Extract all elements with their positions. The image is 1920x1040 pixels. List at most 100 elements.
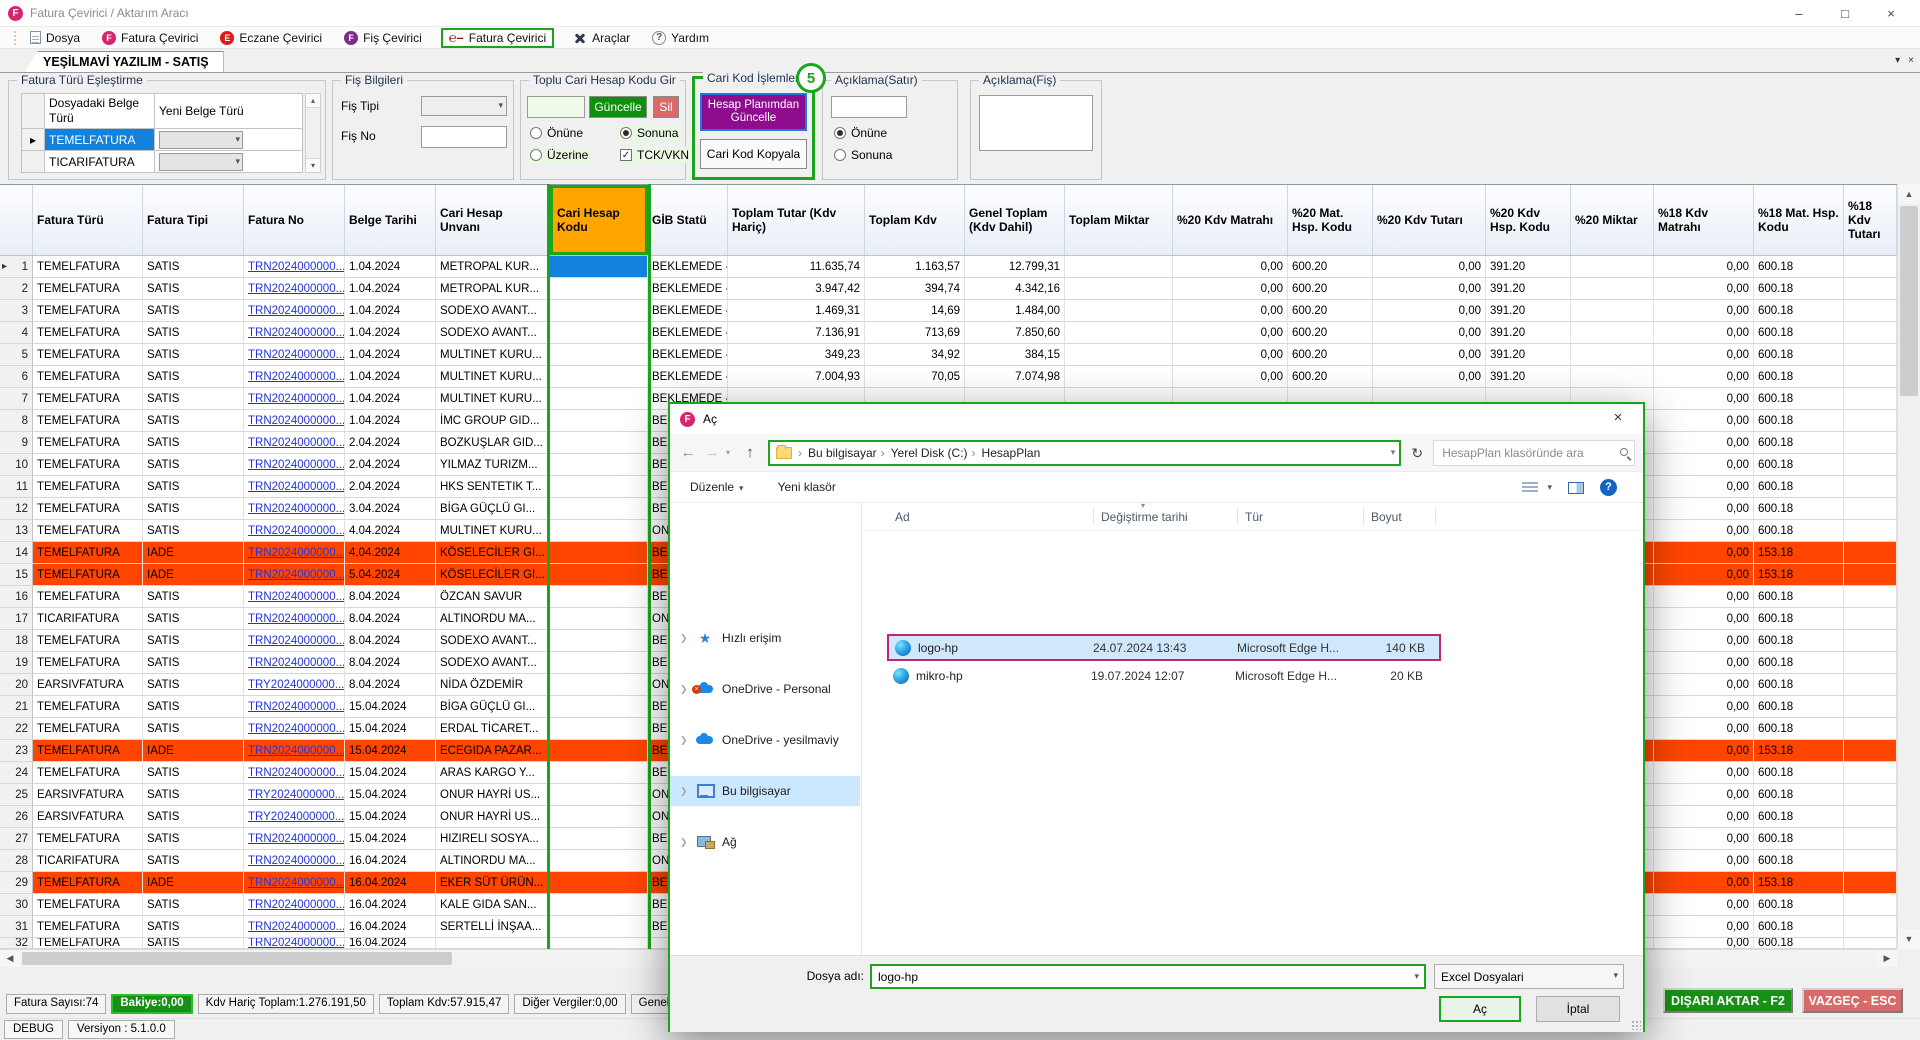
table-cell[interactable]: 15.04.2024	[345, 828, 436, 850]
table-cell[interactable]: ALTINORDU MA...	[436, 608, 550, 630]
table-cell[interactable]: TRN2024000000...	[244, 872, 345, 894]
table-cell[interactable]: TEMELFATURA	[33, 256, 143, 278]
table-cell[interactable]: 0,00	[1654, 894, 1754, 916]
table-cell[interactable]: TRN2024000000...	[244, 520, 345, 542]
table-cell[interactable]: 384,15	[965, 344, 1065, 366]
table-cell[interactable]: 3.04.2024	[345, 498, 436, 520]
table-cell[interactable]: 28	[0, 850, 33, 872]
table-cell[interactable]: 8.04.2024	[345, 652, 436, 674]
invoice-number-link[interactable]: TRN2024000000...	[248, 569, 345, 581]
table-cell[interactable]: 15.04.2024	[345, 762, 436, 784]
table-cell[interactable]: TEMELFATURA	[33, 344, 143, 366]
table-cell[interactable]: SATIS	[143, 256, 244, 278]
table-cell[interactable]	[1844, 740, 1897, 762]
table-cell[interactable]: 0,00	[1373, 366, 1486, 388]
table-cell[interactable]: 0,00	[1654, 696, 1754, 718]
table-cell[interactable]: 600.20	[1288, 300, 1373, 322]
table-cell[interactable]: 0,00	[1654, 718, 1754, 740]
filename-combo[interactable]: logo-hp ▾	[870, 964, 1426, 989]
table-cell[interactable]: KALE GIDA SAN...	[436, 894, 550, 916]
table-cell[interactable]	[550, 740, 648, 762]
table-cell[interactable]: ÖZCAN SAVUR	[436, 586, 550, 608]
table-cell[interactable]	[550, 784, 648, 806]
table-cell[interactable]	[1844, 630, 1897, 652]
radio-sonuna[interactable]: Sonuna	[617, 125, 681, 141]
minigrid-col2-header[interactable]: Yeni Belge Türü	[155, 93, 303, 129]
table-cell[interactable]: TRN2024000000...	[244, 608, 345, 630]
table-cell[interactable]: İMC GROUP GID...	[436, 410, 550, 432]
minigrid-row[interactable]: ▸ TEMELFATURA ▾	[21, 129, 303, 151]
table-cell[interactable]: TEMELFATURA	[33, 498, 143, 520]
table-cell[interactable]	[1065, 322, 1173, 344]
table-cell[interactable]: 23	[0, 740, 33, 762]
radio-uzerine[interactable]: Üzerine	[527, 147, 591, 163]
table-cell[interactable]: ARAS KARGO Y...	[436, 762, 550, 784]
table-cell[interactable]: 0,00	[1173, 300, 1288, 322]
menu-item[interactable]: Araçlar	[570, 29, 633, 47]
table-cell[interactable]: 0,00	[1654, 630, 1754, 652]
table-cell[interactable]: 1.04.2024	[345, 322, 436, 344]
table-cell[interactable]: 21	[0, 696, 33, 718]
invoice-number-link[interactable]: TRN2024000000...	[248, 877, 345, 889]
table-cell[interactable]: SATIS	[143, 366, 244, 388]
address-dropdown-icon[interactable]: ▾	[1391, 447, 1396, 458]
table-cell[interactable]: 0,00	[1654, 388, 1754, 410]
grid-column-header[interactable]: %18 Kdv Tutarı	[1844, 185, 1897, 255]
table-cell[interactable]: 0,00	[1654, 410, 1754, 432]
table-cell[interactable]: 15.04.2024	[345, 740, 436, 762]
table-cell[interactable]: TEMELFATURA	[33, 586, 143, 608]
grid-column-header[interactable]: Belge Tarihi	[345, 185, 436, 255]
scrollbar-thumb[interactable]	[22, 952, 452, 965]
table-cell[interactable]	[550, 300, 648, 322]
belge-turu-combo[interactable]: ▾	[159, 131, 243, 149]
table-cell[interactable]	[550, 872, 648, 894]
grid-column-header[interactable]: Fatura Türü	[33, 185, 143, 255]
table-cell[interactable]: SATIS	[143, 630, 244, 652]
table-cell[interactable]: 6	[0, 366, 33, 388]
table-cell[interactable]: 15.04.2024	[345, 696, 436, 718]
table-cell[interactable]: BOZKUŞLAR GID...	[436, 432, 550, 454]
table-cell[interactable]: TEMELFATURA	[33, 828, 143, 850]
table-cell[interactable]: ECEGIDA PAZAR...	[436, 740, 550, 762]
minigrid-col1-header[interactable]: Dosyadaki Belge Türü	[45, 93, 155, 129]
radio-satir-sonuna[interactable]: Sonuna	[831, 147, 895, 163]
iptal-button[interactable]: İptal	[1536, 996, 1620, 1022]
table-cell[interactable]: SATIS	[143, 322, 244, 344]
table-cell[interactable]: TEMELFATURA	[33, 916, 143, 938]
table-cell[interactable]	[1065, 344, 1173, 366]
invoice-number-link[interactable]: TRN2024000000...	[248, 371, 345, 383]
table-cell[interactable]: EARSIVFATURA	[33, 674, 143, 696]
table-cell[interactable]: 16.04.2024	[345, 938, 436, 949]
table-cell[interactable]: SATIS	[143, 344, 244, 366]
table-cell[interactable]	[1844, 696, 1897, 718]
table-cell[interactable]	[550, 366, 648, 388]
grid-column-header[interactable]: Toplam Kdv	[865, 185, 965, 255]
table-cell[interactable]: 1.04.2024	[345, 300, 436, 322]
table-cell[interactable]: SATIS	[143, 762, 244, 784]
table-cell[interactable]: 600.20	[1288, 366, 1373, 388]
table-cell[interactable]: SATIS	[143, 894, 244, 916]
invoice-number-link[interactable]: TRY2024000000...	[248, 789, 344, 801]
table-cell[interactable]: TRN2024000000...	[244, 696, 345, 718]
cancel-button[interactable]: VAZGEÇ - ESC	[1802, 988, 1903, 1013]
table-cell[interactable]: KÖSELECİLER GI...	[436, 564, 550, 586]
table-cell[interactable]: 600.18	[1754, 630, 1844, 652]
table-cell[interactable]: TRY2024000000...	[244, 806, 345, 828]
table-cell[interactable]: 153.18	[1754, 564, 1844, 586]
table-cell[interactable]	[1844, 916, 1897, 938]
scroll-right-icon[interactable]: ▶	[1877, 950, 1897, 967]
table-cell[interactable]: 0,00	[1654, 762, 1754, 784]
table-cell[interactable]: NİDA ÖZDEMİR	[436, 674, 550, 696]
table-cell[interactable]: SODEXO AVANT...	[436, 300, 550, 322]
table-cell[interactable]: 600.18	[1754, 454, 1844, 476]
table-cell[interactable]: 349,23	[728, 344, 865, 366]
table-cell[interactable]	[550, 476, 648, 498]
table-cell[interactable]	[436, 938, 550, 949]
chevron-right-icon[interactable]: ❯	[680, 633, 688, 644]
invoice-number-link[interactable]: TRN2024000000...	[248, 547, 345, 559]
scroll-up-icon[interactable]: ▴	[306, 94, 320, 108]
table-cell[interactable]: KÖSELECİLER GI...	[436, 542, 550, 564]
invoice-number-link[interactable]: TRN2024000000...	[248, 283, 345, 295]
table-cell[interactable]: 0,00	[1654, 300, 1754, 322]
resize-grip[interactable]	[1631, 1020, 1641, 1030]
